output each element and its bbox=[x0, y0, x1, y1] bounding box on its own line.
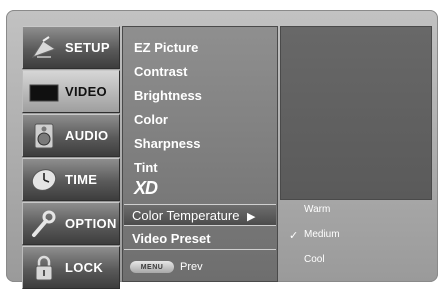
menu-item-setup[interactable]: SETUP bbox=[22, 26, 120, 69]
submenu-item-tint[interactable]: Tint bbox=[134, 157, 158, 179]
menu-item-video[interactable]: VIDEO bbox=[22, 70, 120, 113]
option-warm[interactable]: Warm bbox=[304, 203, 330, 217]
clock-icon bbox=[27, 163, 61, 197]
menu-label-option: OPTION bbox=[65, 216, 117, 231]
submenu-item-contrast[interactable]: Contrast bbox=[134, 61, 187, 83]
submenu-item-color[interactable]: Color bbox=[134, 109, 168, 131]
menu-label-time: TIME bbox=[65, 172, 98, 187]
color-temperature-options-panel bbox=[280, 26, 432, 200]
menu-label-lock: LOCK bbox=[65, 260, 104, 275]
color-temperature-label: Color Temperature bbox=[132, 208, 240, 223]
menu-item-audio[interactable]: AUDIO bbox=[22, 114, 120, 157]
satellite-dish-icon bbox=[27, 31, 61, 65]
menu-label-setup: SETUP bbox=[65, 40, 110, 55]
wrench-icon bbox=[27, 207, 61, 241]
menu-label-audio: AUDIO bbox=[65, 128, 109, 143]
prev-label: Prev bbox=[180, 261, 203, 273]
option-cool[interactable]: Cool bbox=[304, 253, 325, 267]
submenu-item-sharpness[interactable]: Sharpness bbox=[134, 133, 200, 155]
submenu-item-brightness[interactable]: Brightness bbox=[134, 85, 202, 107]
menu-item-time[interactable]: TIME bbox=[22, 158, 120, 201]
menu-item-option[interactable]: OPTION bbox=[22, 202, 120, 245]
xd-logo[interactable]: XD bbox=[134, 178, 180, 198]
screen-icon bbox=[27, 75, 61, 109]
check-icon: ✓ bbox=[289, 230, 299, 242]
arrow-right-icon: ▶ bbox=[247, 211, 256, 223]
speaker-icon bbox=[27, 119, 61, 153]
submenu-item-ez-picture[interactable]: EZ Picture bbox=[134, 37, 198, 59]
submenu-item-color-temperature[interactable]: Color Temperature ▶ bbox=[124, 204, 276, 226]
option-medium[interactable]: Medium bbox=[304, 228, 340, 242]
submenu-item-video-preset[interactable]: Video Preset bbox=[124, 228, 276, 250]
menu-item-lock[interactable]: LOCK bbox=[22, 246, 120, 289]
menu-button-icon[interactable]: MENU bbox=[130, 261, 174, 273]
padlock-icon bbox=[27, 251, 61, 285]
menu-label-video: VIDEO bbox=[65, 84, 107, 99]
prev-hint-bar: MENU Prev bbox=[124, 256, 276, 278]
